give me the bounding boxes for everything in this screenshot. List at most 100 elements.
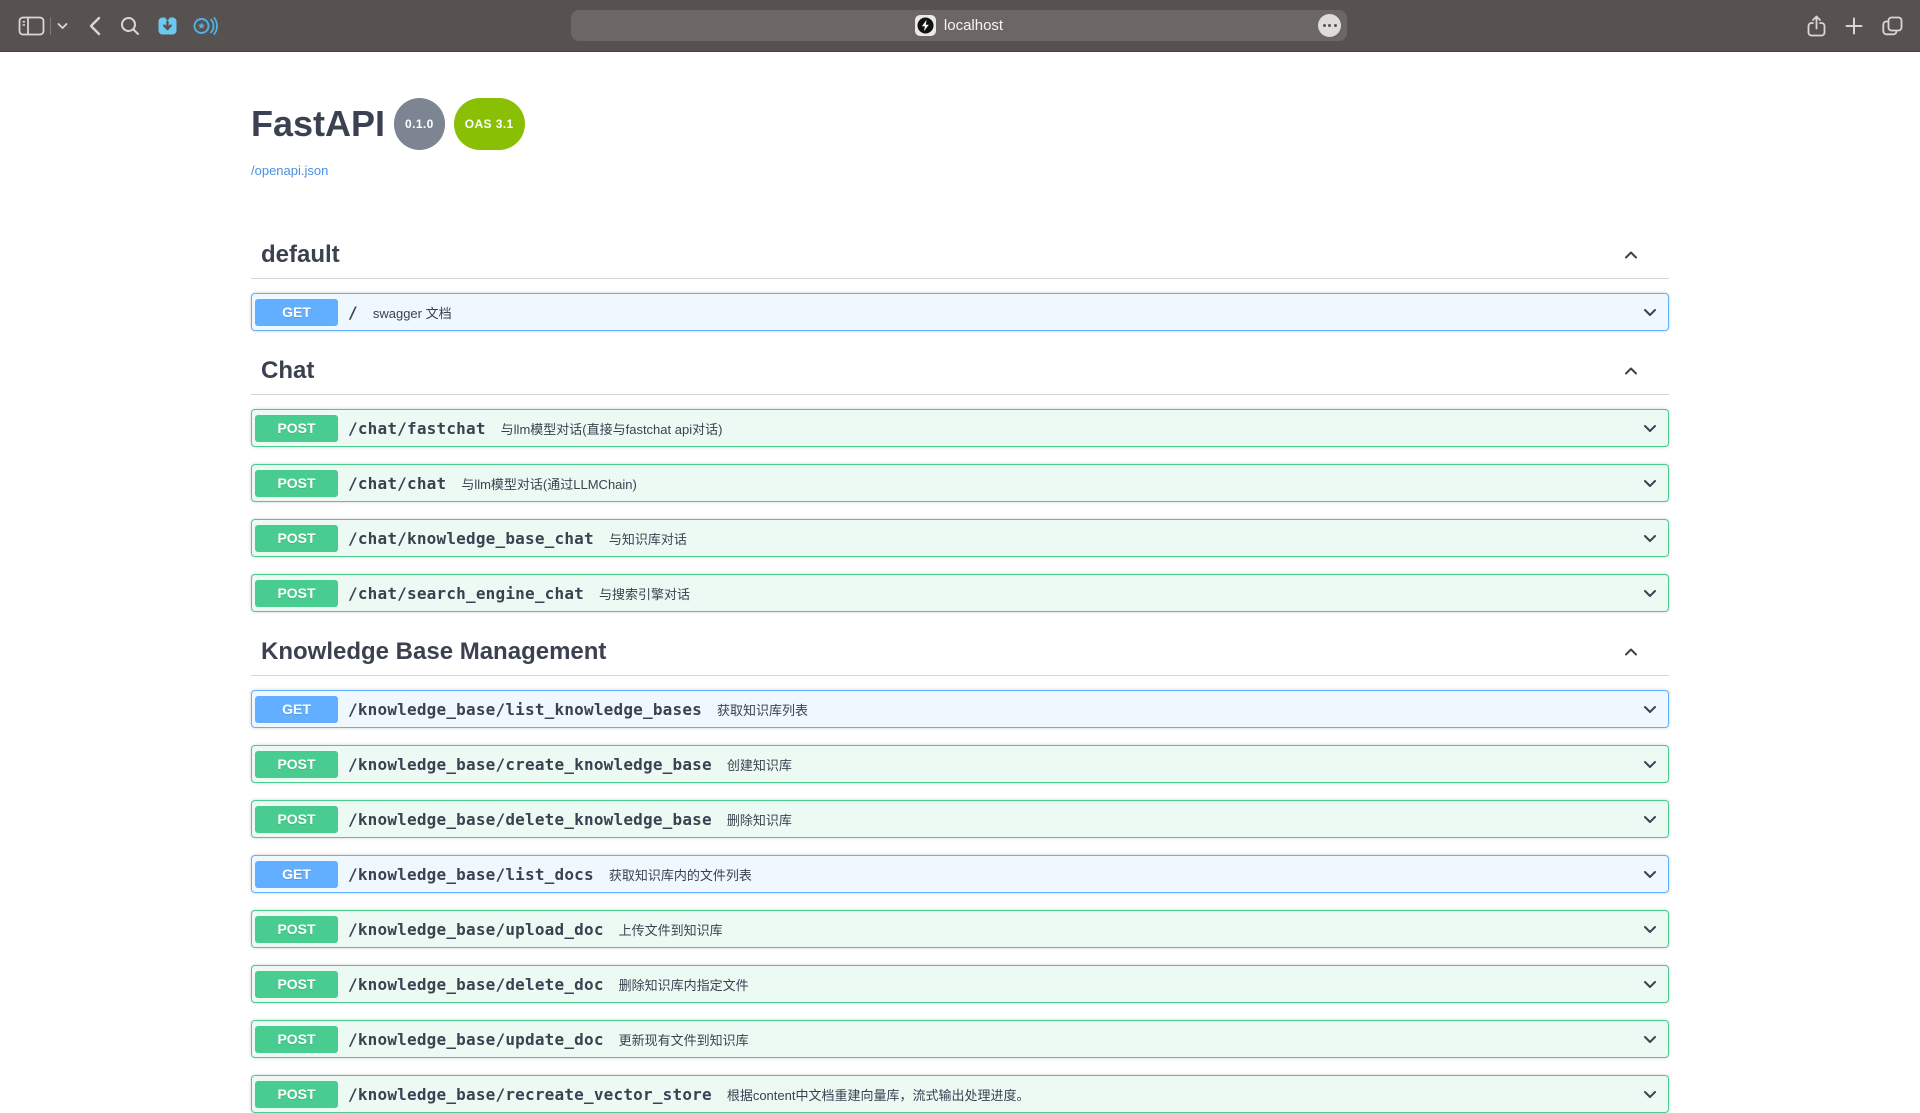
method-badge: POST [255,580,338,607]
operations-list: POST/chat/fastchat 与llm模型对话(直接与fastchat a… [251,395,1669,612]
chevron-down-icon [1640,302,1660,322]
method-badge: GET [255,299,338,326]
section-header[interactable]: Chat [251,348,1669,395]
endpoint-row[interactable]: POST/knowledge_base/recreate_vector_stor… [251,1075,1669,1113]
endpoint-row[interactable]: POST/chat/search_engine_chat 与搜索引擎对话 [251,574,1669,612]
endpoint-row[interactable]: POST/knowledge_base/create_knowledge_bas… [251,745,1669,783]
section-header[interactable]: Knowledge Base Management [251,629,1669,676]
endpoint-summary: 与llm模型对话(直接与fastchat api对话) [501,419,723,438]
endpoint-summary: 根据content中文档重建向量库，流式输出处理进度。 [727,1085,1030,1104]
endpoint-summary: swagger 文档 [373,303,452,322]
endpoint-row[interactable]: POST/knowledge_base/update_doc更新现有文件到知识库 [251,1020,1669,1058]
section-title: Knowledge Base Management [261,639,1621,665]
chevron-down-icon [1640,1029,1660,1049]
endpoint-summary: 与llm模型对话(通过LLMChain) [461,474,637,493]
chevron-down-icon [1640,974,1660,994]
chevron-down-icon[interactable] [57,22,68,30]
back-icon[interactable] [88,16,101,36]
method-badge: POST [255,415,338,442]
chevron-down-icon [1640,699,1660,719]
oas-badge: OAS 3.1 [454,98,525,150]
toolbar-divider [50,17,51,35]
chevron-down-icon [1640,418,1660,438]
ellipsis-icon[interactable] [1318,14,1341,37]
chevron-down-icon [1640,864,1660,884]
endpoint-path: /knowledge_base/create_knowledge_base [348,755,712,774]
endpoint-path: /chat/chat [348,474,446,493]
endpoint-summary: 创建知识库 [727,755,792,774]
extension-ripple-icon[interactable] [192,15,220,37]
endpoint-summary: 上传文件到知识库 [619,920,723,939]
method-badge: POST [255,525,338,552]
section-title: Chat [261,358,1621,384]
endpoint-row[interactable]: GET/knowledge_base/list_knowledge_bases 获… [251,690,1669,728]
page-title: FastAPI0.1.0OAS 3.1 [251,102,1669,158]
chevron-up-icon [1621,245,1641,265]
endpoint-path: /knowledge_base/list_knowledge_bases [348,700,702,719]
api-section: Chat POST/chat/fastchat 与llm模型对话(直接与fastch… [251,348,1669,612]
endpoint-row[interactable]: POST/knowledge_base/delete_doc 删除知识库内指定文件 [251,965,1669,1003]
sections-container: default GET / swagger 文档 Chat POST/chat/fastc… [251,232,1669,1113]
endpoint-summary: 删除知识库内指定文件 [619,975,749,994]
endpoint-path: / [348,303,358,322]
chevron-down-icon [1640,754,1660,774]
endpoint-row[interactable]: POST/knowledge_base/delete_knowledge_bas… [251,800,1669,838]
section-title: default [261,242,1621,268]
api-section: default GET / swagger 文档 [251,232,1669,331]
endpoint-row[interactable]: GET / swagger 文档 [251,293,1669,331]
api-section: Knowledge Base Management GET/knowledge_b… [251,629,1669,1113]
endpoint-row[interactable]: POST/knowledge_base/upload_doc 上传文件到知识库 [251,910,1669,948]
method-badge: POST [255,751,338,778]
site-favicon-lightning-bolt-icon [915,15,936,36]
method-badge: POST [255,1081,338,1108]
sidebar-icon[interactable] [18,15,45,37]
browser-toolbar: localhost [0,0,1920,52]
endpoint-path: /knowledge_base/upload_doc [348,920,604,939]
swagger-ui: FastAPI0.1.0OAS 3.1 /openapi.json defaul… [251,52,1669,1113]
chevron-down-icon [1640,919,1660,939]
endpoint-row[interactable]: POST/chat/fastchat 与llm模型对话(直接与fastchat a… [251,409,1669,447]
search-icon[interactable] [119,15,141,37]
operations-list: GET / swagger 文档 [251,279,1669,331]
endpoint-path: /chat/knowledge_base_chat [348,529,594,548]
share-icon[interactable] [1806,14,1827,38]
endpoint-path: /knowledge_base/recreate_vector_store [348,1085,712,1104]
method-badge: POST [255,470,338,497]
method-badge: GET [255,696,338,723]
api-title-text: FastAPI [251,103,385,144]
version-badge: 0.1.0 [394,98,445,150]
method-badge: POST [255,806,338,833]
chevron-up-icon [1621,361,1641,381]
endpoint-summary: 与搜索引擎对话 [599,584,690,603]
endpoint-path: /knowledge_base/list_docs [348,865,594,884]
chevron-down-icon [1640,473,1660,493]
openapi-spec-link[interactable]: /openapi.json [251,163,328,178]
chevron-down-icon [1640,528,1660,548]
endpoint-path: /knowledge_base/delete_doc [348,975,604,994]
endpoint-summary: 获取知识库列表 [717,700,808,719]
operations-list: GET/knowledge_base/list_knowledge_bases 获… [251,676,1669,1113]
section-header[interactable]: default [251,232,1669,279]
address-bar[interactable]: localhost [571,10,1347,41]
method-badge: POST [255,1026,338,1053]
method-badge: POST [255,916,338,943]
endpoint-summary: 获取知识库内的文件列表 [609,865,752,884]
chevron-down-icon [1640,583,1660,603]
tab-overview-icon[interactable] [1881,15,1904,37]
endpoint-summary: 删除知识库 [727,810,792,829]
chevron-down-icon [1640,1084,1660,1104]
endpoint-path: /knowledge_base/delete_knowledge_base [348,810,712,829]
endpoint-path: /chat/search_engine_chat [348,584,584,603]
endpoint-summary: 更新现有文件到知识库 [619,1030,749,1049]
endpoint-row[interactable]: GET/knowledge_base/list_docs 获取知识库内的文件列表 [251,855,1669,893]
new-tab-icon[interactable] [1843,15,1865,37]
method-badge: GET [255,861,338,888]
endpoint-row[interactable]: POST/chat/chat 与llm模型对话(通过LLMChain) [251,464,1669,502]
endpoint-row[interactable]: POST/chat/knowledge_base_chat与知识库对话 [251,519,1669,557]
address-text: localhost [944,17,1003,34]
extension-flag-icon[interactable] [155,15,180,37]
endpoint-path: /chat/fastchat [348,419,486,438]
chevron-down-icon [1640,809,1660,829]
api-info: FastAPI0.1.0OAS 3.1 /openapi.json [251,52,1669,180]
method-badge: POST [255,971,338,998]
